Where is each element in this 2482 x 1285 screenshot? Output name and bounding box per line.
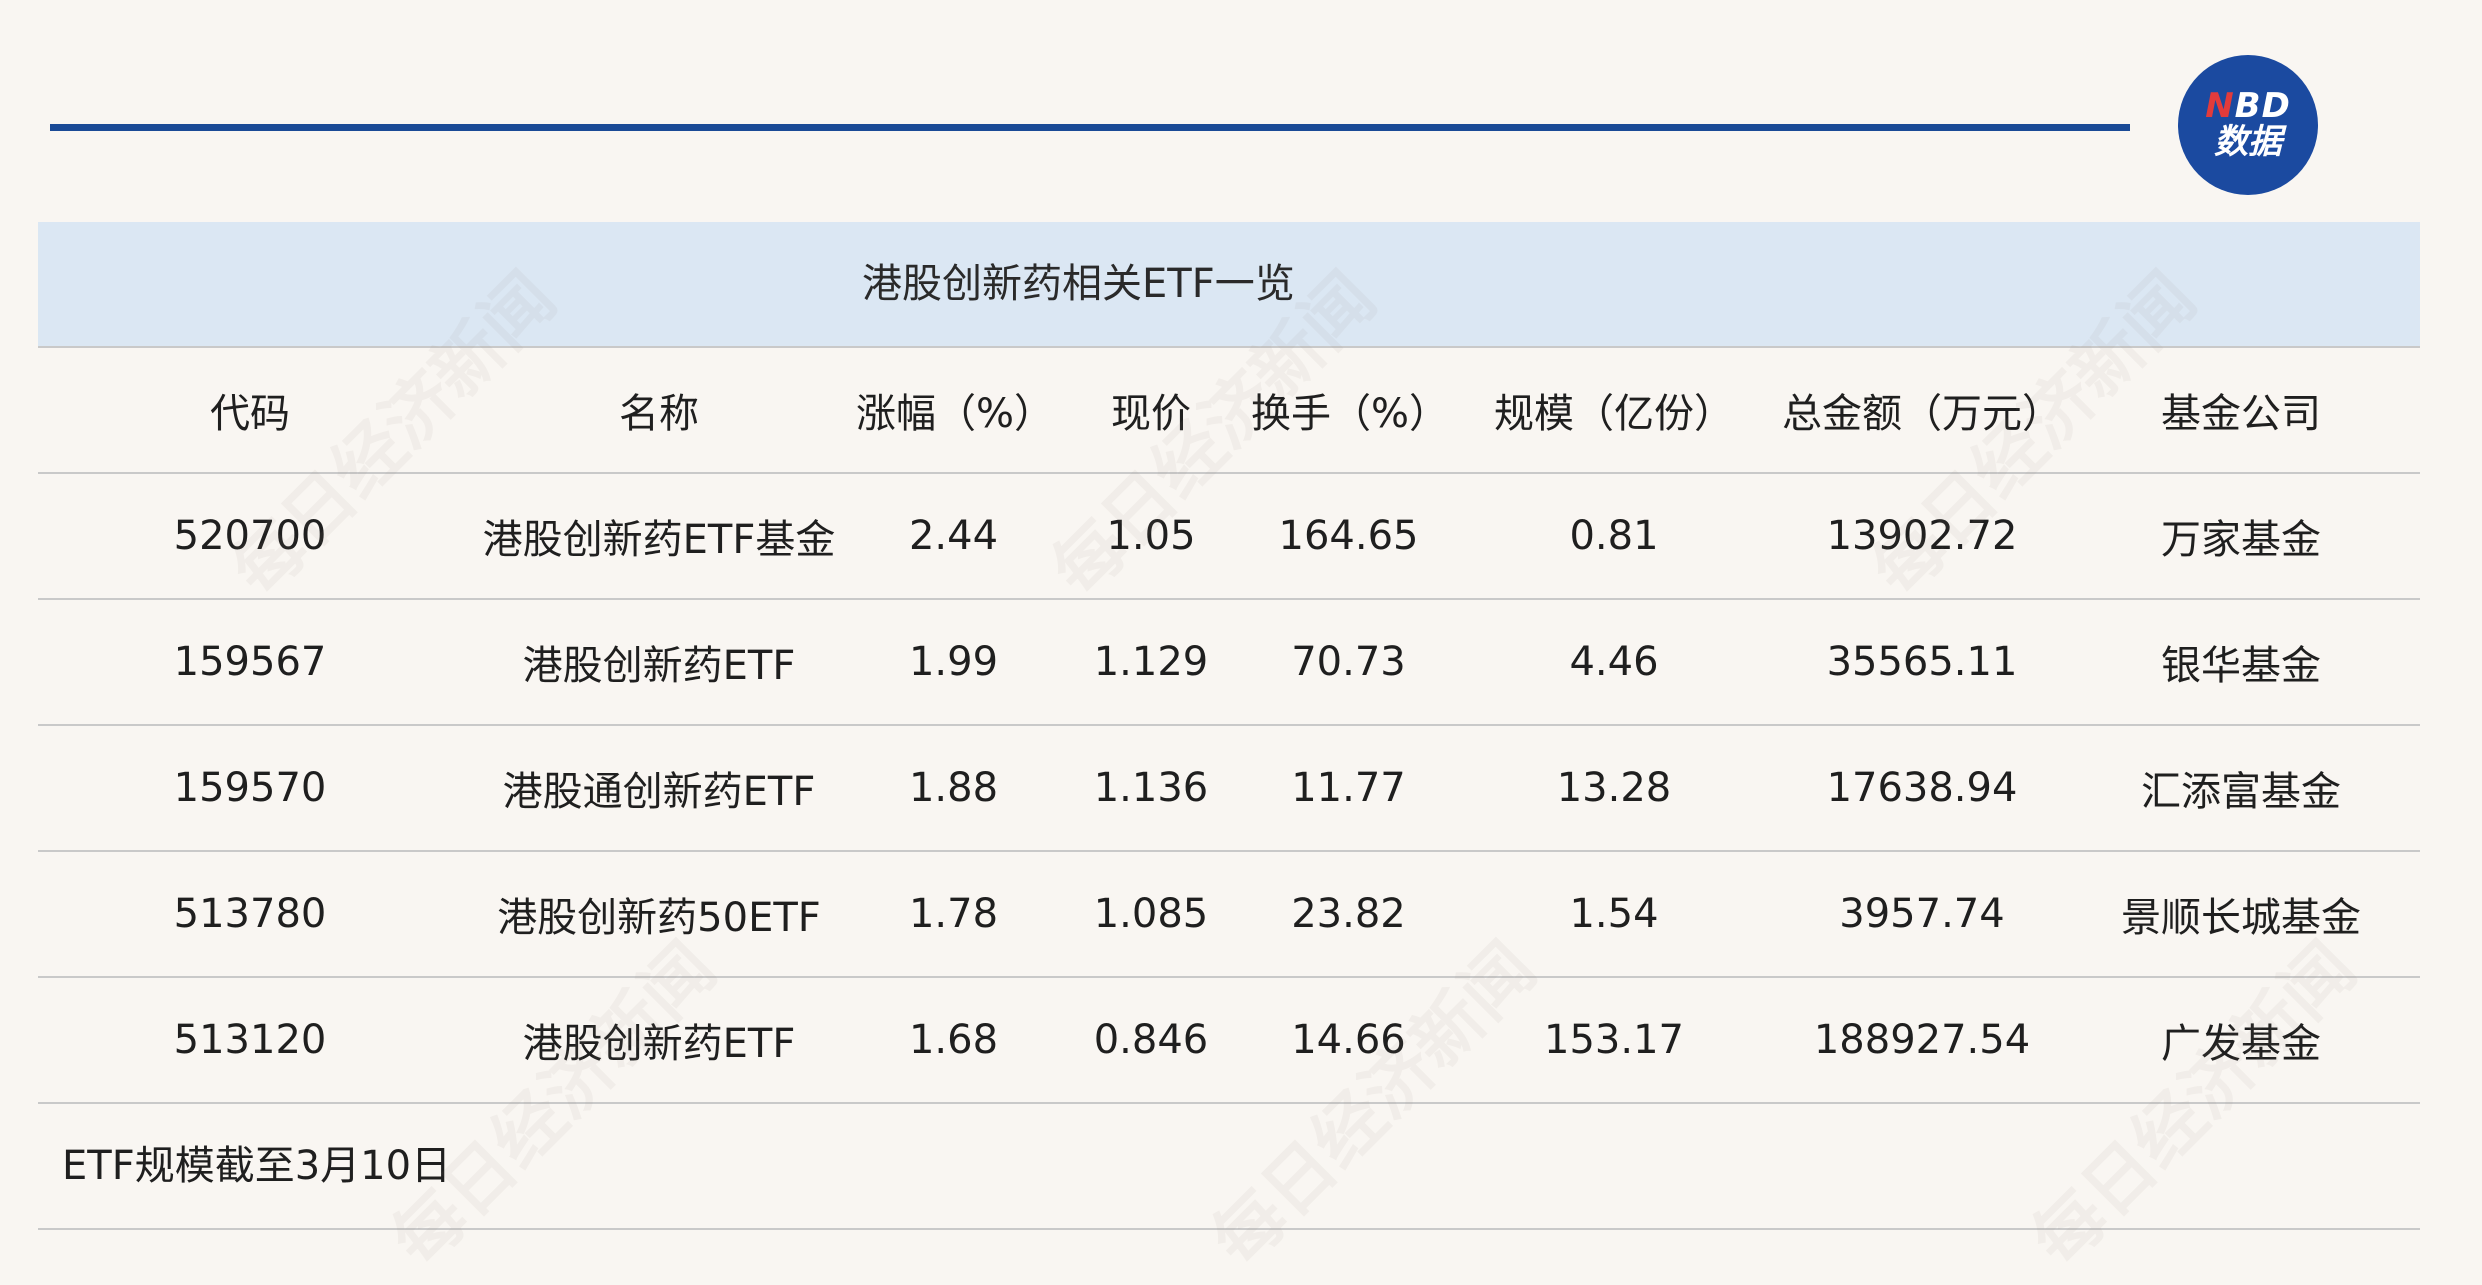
cell-name: 港股通创新药ETF bbox=[502, 769, 816, 815]
cell-amount: 188927.54 bbox=[1813, 1017, 2031, 1063]
cell-turnover: 11.77 bbox=[1291, 765, 1406, 811]
table-row: 159567 港股创新药ETF 1.99 1.129 70.73 4.46 35… bbox=[38, 600, 2420, 726]
cell-change: 2.44 bbox=[908, 513, 999, 559]
etf-table: 港股创新药相关ETF一览 代码 名称 涨幅（%） 现价 换手（%） 规模（亿份）… bbox=[38, 222, 2420, 1230]
header-company: 基金公司 bbox=[2161, 391, 2321, 437]
cell-price: 1.129 bbox=[1093, 639, 1209, 685]
cell-price: 0.846 bbox=[1093, 1017, 1209, 1063]
logo-letter-n: N bbox=[2205, 86, 2235, 127]
cell-amount: 35565.11 bbox=[1826, 639, 2018, 685]
footnote: ETF规模截至3月10日 bbox=[62, 1143, 452, 1189]
cell-change: 1.99 bbox=[908, 639, 999, 685]
table-title-band: 港股创新药相关ETF一览 bbox=[38, 222, 2420, 348]
table-header-row: 代码 名称 涨幅（%） 现价 换手（%） 规模（亿份） 总金额（万元） 基金公司 bbox=[38, 348, 2420, 474]
cell-company: 银华基金 bbox=[2161, 643, 2321, 689]
cell-turnover: 23.82 bbox=[1291, 891, 1406, 937]
header-price: 现价 bbox=[1111, 391, 1191, 437]
header-name: 名称 bbox=[619, 391, 699, 437]
cell-amount: 3957.74 bbox=[1839, 891, 2005, 937]
cell-change: 1.78 bbox=[908, 891, 999, 937]
header-amount: 总金额（万元） bbox=[1782, 391, 2062, 437]
cell-scale: 1.54 bbox=[1569, 891, 1659, 937]
cell-name: 港股创新药50ETF bbox=[497, 895, 821, 941]
cell-price: 1.05 bbox=[1106, 513, 1196, 559]
header-scale: 规模（亿份） bbox=[1494, 391, 1734, 437]
cell-code: 159567 bbox=[173, 639, 327, 685]
cell-change: 1.88 bbox=[908, 765, 999, 811]
cell-company: 广发基金 bbox=[2161, 1021, 2321, 1067]
cell-turnover: 70.73 bbox=[1291, 639, 1406, 685]
cell-change: 1.68 bbox=[908, 1017, 999, 1063]
header-change: 涨幅（%） bbox=[856, 391, 1055, 437]
cell-name: 港股创新药ETF bbox=[522, 1021, 796, 1067]
cell-scale: 13.28 bbox=[1556, 765, 1672, 811]
cell-company: 万家基金 bbox=[2161, 517, 2321, 563]
cell-code: 159570 bbox=[173, 765, 327, 811]
logo-text-data: 数据 bbox=[2214, 122, 2282, 162]
table-row: 513120 港股创新药ETF 1.68 0.846 14.66 153.17 … bbox=[38, 978, 2420, 1104]
cell-company: 汇添富基金 bbox=[2141, 769, 2341, 815]
cell-amount: 13902.72 bbox=[1826, 513, 2018, 559]
table-row: 520700 港股创新药ETF基金 2.44 1.05 164.65 0.81 … bbox=[38, 474, 2420, 600]
table-row: 159570 港股通创新药ETF 1.88 1.136 11.77 13.28 … bbox=[38, 726, 2420, 852]
cell-name: 港股创新药ETF bbox=[522, 643, 796, 689]
cell-code: 520700 bbox=[173, 513, 327, 559]
cell-code: 513780 bbox=[173, 891, 327, 937]
cell-price: 1.085 bbox=[1093, 891, 1209, 937]
table-footnote-row: ETF规模截至3月10日 bbox=[38, 1104, 2420, 1230]
header-code: 代码 bbox=[210, 391, 290, 437]
cell-name: 港股创新药ETF基金 bbox=[482, 517, 836, 563]
table-title: 港股创新药相关ETF一览 bbox=[862, 261, 1295, 307]
cell-turnover: 164.65 bbox=[1278, 513, 1419, 559]
cell-code: 513120 bbox=[173, 1017, 327, 1063]
logo-letters-bd: BD bbox=[2234, 86, 2291, 127]
cell-amount: 17638.94 bbox=[1826, 765, 2018, 811]
table-row: 513780 港股创新药50ETF 1.78 1.085 23.82 1.54 … bbox=[38, 852, 2420, 978]
cell-turnover: 14.66 bbox=[1291, 1017, 1406, 1063]
nbd-data-logo: NBD 数据 bbox=[2178, 55, 2318, 195]
cell-company: 景顺长城基金 bbox=[2121, 895, 2361, 941]
cell-scale: 153.17 bbox=[1544, 1017, 1684, 1063]
cell-price: 1.136 bbox=[1093, 765, 1209, 811]
cell-scale: 0.81 bbox=[1569, 513, 1659, 559]
cell-scale: 4.46 bbox=[1569, 639, 1659, 685]
header-rule bbox=[50, 124, 2130, 131]
header-turnover: 换手（%） bbox=[1251, 391, 1450, 437]
